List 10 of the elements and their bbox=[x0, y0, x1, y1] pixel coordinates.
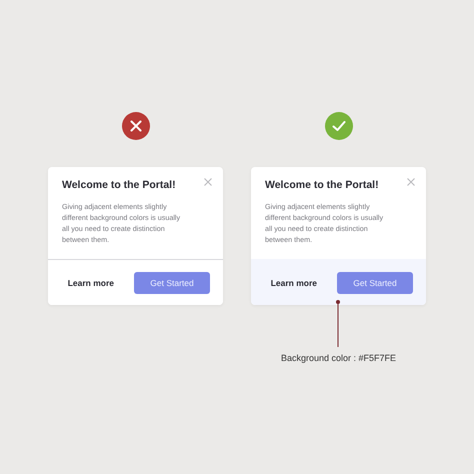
close-icon[interactable] bbox=[407, 178, 415, 186]
learn-more-button[interactable]: Learn more bbox=[266, 278, 321, 288]
dialog-title: Welcome to the Portal! bbox=[265, 179, 379, 191]
cross-circle-icon bbox=[122, 112, 150, 140]
check-circle-icon bbox=[324, 112, 352, 140]
leader-line bbox=[334, 299, 340, 347]
close-icon[interactable] bbox=[204, 178, 212, 186]
dialog-title: Welcome to the Portal! bbox=[62, 179, 176, 191]
annotation-label: Background color : #F5F7FE bbox=[280, 353, 396, 363]
learn-more-button[interactable]: Learn more bbox=[64, 278, 118, 288]
